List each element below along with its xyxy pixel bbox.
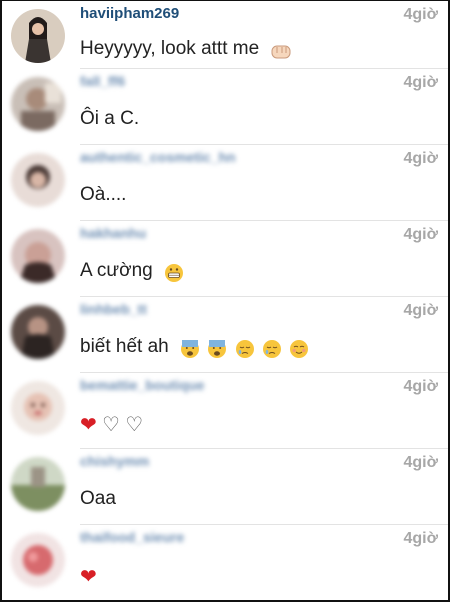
avatar[interactable]	[11, 533, 65, 587]
comment-content: authentic_cosmetic_hn 4giờ Oà....	[80, 145, 448, 221]
comment-text: biết hết ah	[80, 336, 311, 360]
comment-username[interactable]: hakhanhu	[80, 225, 146, 241]
comment-username[interactable]: haviipham269	[80, 5, 179, 22]
comment-content: thaifood_sieure 4giờ ❤	[80, 525, 448, 600]
sleepy-emoji-icon	[235, 339, 255, 359]
comment-content: fall_ff6 4giờ Ôi a C.	[80, 69, 448, 145]
comment-row[interactable]: thaifood_sieure 4giờ ❤	[2, 525, 448, 600]
comment-time: 4giờ	[403, 226, 439, 243]
comments-screen: haviipham269 4giờ Heyyyyy, look attt me	[0, 0, 450, 602]
white-heart-icon: ♡	[125, 414, 144, 436]
comment-list: haviipham269 4giờ Heyyyyy, look attt me	[2, 1, 448, 600]
avatar[interactable]	[11, 381, 65, 435]
comment-username[interactable]: bemattie_boutique	[80, 377, 204, 393]
comment-text: ❤ ♡ ♡	[80, 412, 143, 437]
avatar[interactable]	[11, 153, 65, 207]
comment-time: 4giờ	[403, 302, 439, 319]
fearful-emoji-icon	[207, 339, 227, 359]
comment-time: 4giờ	[403, 6, 439, 23]
comment-content: hakhanhu 4giờ A cường	[80, 221, 448, 297]
avatar[interactable]	[11, 305, 65, 359]
comment-message: A cường	[80, 260, 153, 281]
comment-row[interactable]: fall_ff6 4giờ Ôi a C.	[2, 69, 448, 145]
comment-row[interactable]: linhbeb_tt 4giờ biết hết ah	[2, 297, 448, 373]
comment-content: haviipham269 4giờ Heyyyyy, look attt me	[80, 1, 448, 69]
emoji-group: ❤	[80, 564, 97, 589]
comment-message: biết hết ah	[80, 336, 169, 357]
comment-text: ❤	[80, 564, 97, 589]
comment-text: Oà....	[80, 184, 126, 206]
fist-emoji-icon	[270, 41, 291, 61]
red-heart-icon: ❤	[80, 566, 97, 588]
comment-content: bemattie_boutique 4giờ ❤ ♡ ♡	[80, 373, 448, 449]
comment-message: Oaa	[80, 488, 116, 509]
avatar[interactable]	[11, 457, 65, 511]
comment-time: 4giờ	[403, 378, 439, 395]
red-heart-icon: ❤	[80, 414, 97, 436]
comment-time: 4giờ	[403, 74, 439, 91]
comment-message: Oà....	[80, 184, 127, 205]
emoji-group	[270, 40, 292, 62]
comment-row[interactable]: chishymm 4giờ Oaa	[2, 449, 448, 525]
comment-message: Heyyyyy, look attt me	[80, 38, 260, 59]
white-heart-icon: ♡	[102, 414, 120, 436]
comment-username[interactable]: linhbeb_tt	[80, 301, 147, 317]
emoji-group	[180, 338, 311, 360]
grinning-emoji-icon	[164, 263, 184, 283]
comment-row[interactable]: hakhanhu 4giờ A cường	[2, 221, 448, 297]
avatar[interactable]	[11, 77, 65, 131]
fearful-emoji-icon	[180, 339, 200, 359]
comment-row[interactable]: bemattie_boutique 4giờ ❤ ♡ ♡	[2, 373, 448, 449]
comment-text: Heyyyyy, look attt me	[80, 38, 292, 62]
comment-text: Oaa	[80, 488, 116, 510]
comment-username[interactable]: thaifood_sieure	[80, 529, 184, 545]
comment-row[interactable]: haviipham269 4giờ Heyyyyy, look attt me	[2, 1, 448, 69]
sleepy-emoji-icon	[262, 339, 282, 359]
comment-text: A cường	[80, 260, 186, 284]
avatar[interactable]	[11, 9, 65, 63]
comment-time: 4giờ	[403, 530, 439, 547]
comment-text: Ôi a C.	[80, 108, 139, 130]
comment-time: 4giờ	[403, 454, 439, 471]
avatar[interactable]	[11, 229, 65, 283]
comment-time: 4giờ	[403, 150, 439, 167]
comment-username[interactable]: chishymm	[80, 453, 149, 469]
emoji-group: ❤ ♡ ♡	[80, 412, 143, 437]
comment-row[interactable]: authentic_cosmetic_hn 4giờ Oà....	[2, 145, 448, 221]
emoji-group	[164, 262, 186, 284]
comment-message: Ôi a C.	[80, 108, 140, 129]
blushing-emoji-icon	[289, 339, 309, 359]
comment-content: linhbeb_tt 4giờ biết hết ah	[80, 297, 448, 373]
comment-content: chishymm 4giờ Oaa	[80, 449, 448, 525]
comment-username[interactable]: fall_ff6	[80, 73, 125, 89]
comment-username[interactable]: authentic_cosmetic_hn	[80, 149, 236, 165]
